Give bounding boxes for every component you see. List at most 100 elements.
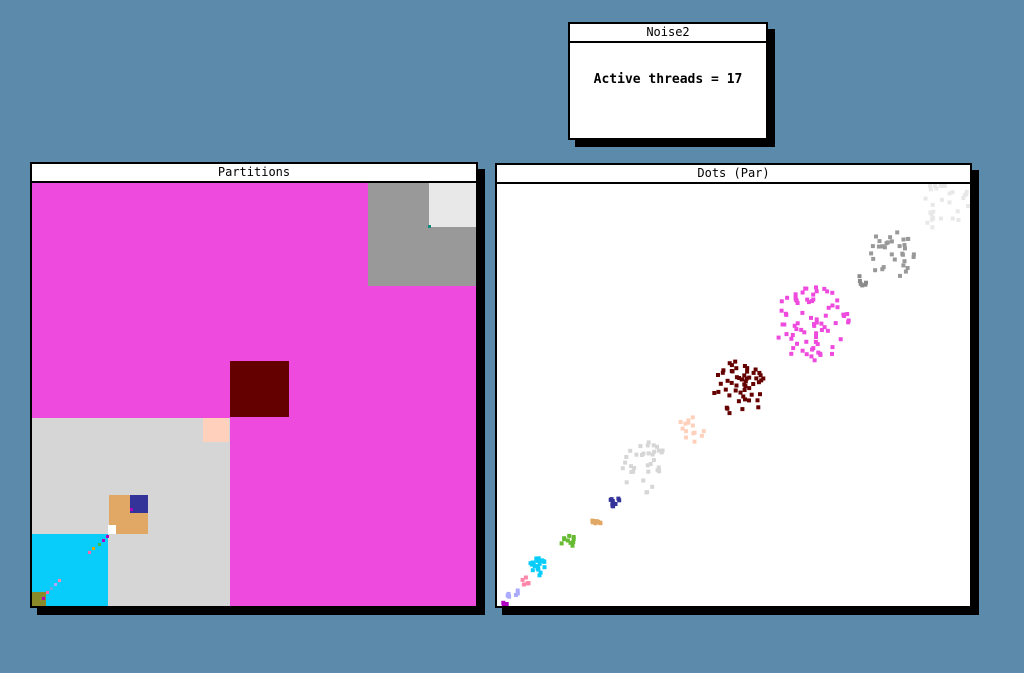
dot-point [632,466,637,470]
dot-point [651,458,656,463]
dot-point [616,496,621,501]
dot-point [966,204,970,208]
dot-point [542,559,547,564]
dot-point [903,269,908,274]
dot-point [623,460,628,465]
dot-point [761,376,766,381]
dots-canvas[interactable] [497,184,970,606]
dot-point [789,336,794,341]
dot-point [841,312,846,317]
dot-point [929,212,934,217]
dot-point [930,202,935,207]
dot-point [644,490,649,495]
partition-block [428,225,431,228]
dot-point [571,535,576,539]
dot-point [911,255,916,259]
dot-point [823,313,828,318]
dot-point [779,308,784,313]
partition-block [42,597,45,600]
dot-point [889,239,894,244]
dot-point [538,570,543,575]
partition-block [98,543,101,546]
dot-point [934,186,939,191]
dot-point [628,448,633,453]
dot-point [680,426,685,431]
dot-point [800,348,805,353]
dot-point [755,398,760,403]
dot-point [863,282,868,287]
dot-point [804,352,809,357]
dot-point [530,568,535,573]
partitions-title-bar[interactable]: Partitions [32,164,476,183]
dot-point [725,378,730,383]
dot-point [938,184,943,188]
dot-point [876,244,881,249]
dot-point [819,321,824,326]
dot-point [701,429,706,434]
dot-point [734,383,739,388]
dot-point [570,543,575,548]
dot-point [542,565,547,570]
dot-point [684,429,689,434]
dot-point [729,363,734,368]
dot-point [723,387,728,392]
dot-point [964,190,969,194]
dot-point [833,321,838,326]
dot-point [898,273,902,278]
dot-point [733,388,738,393]
dot-point [699,433,704,438]
dot-point [520,577,525,582]
dot-point [895,230,900,235]
dot-point [810,299,814,304]
dot-point [873,268,878,273]
partitions-canvas[interactable] [32,183,476,606]
partition-block [102,539,105,542]
dot-point [751,382,756,386]
noise2-title-bar[interactable]: Noise2 [570,24,766,43]
dot-point [525,581,530,586]
dot-point [930,225,935,230]
dot-point [793,292,798,297]
dot-point [835,305,840,310]
dot-point [884,241,889,246]
dot-point [846,318,851,323]
dot-point [830,290,835,295]
dot-point [656,448,661,453]
dot-point [950,216,955,221]
dot-point [939,197,944,202]
noise2-window: Noise2 Active threads = 17 [568,22,768,140]
dot-point [812,322,816,327]
dot-point [620,466,625,471]
dot-point [638,444,643,449]
dot-point [812,358,817,363]
dot-point [501,602,506,606]
dot-point [727,393,732,398]
partition-block [203,418,229,442]
dot-point [634,452,639,457]
dot-point [880,244,885,249]
dot-point [645,463,650,468]
dot-point [955,209,960,214]
dot-point [657,469,662,474]
dot-point [814,331,819,336]
dot-point [690,423,695,428]
dot-point [814,289,819,294]
dot-point [942,184,947,188]
dot-point [507,594,512,599]
partition-block [106,535,109,538]
dot-point [641,451,646,456]
dots-title-bar[interactable]: Dots (Par) [497,165,970,184]
partition-block [130,508,133,511]
dot-point [716,389,721,394]
dot-point [779,299,784,304]
dot-point [720,370,725,375]
dot-point [793,296,798,300]
dot-point [729,380,734,385]
dot-point [734,375,739,380]
dot-point [897,244,902,249]
dots-graphic [501,184,970,606]
dot-point [804,339,809,344]
dot-point [725,406,730,411]
dot-point [738,390,743,395]
dot-point [874,234,878,239]
